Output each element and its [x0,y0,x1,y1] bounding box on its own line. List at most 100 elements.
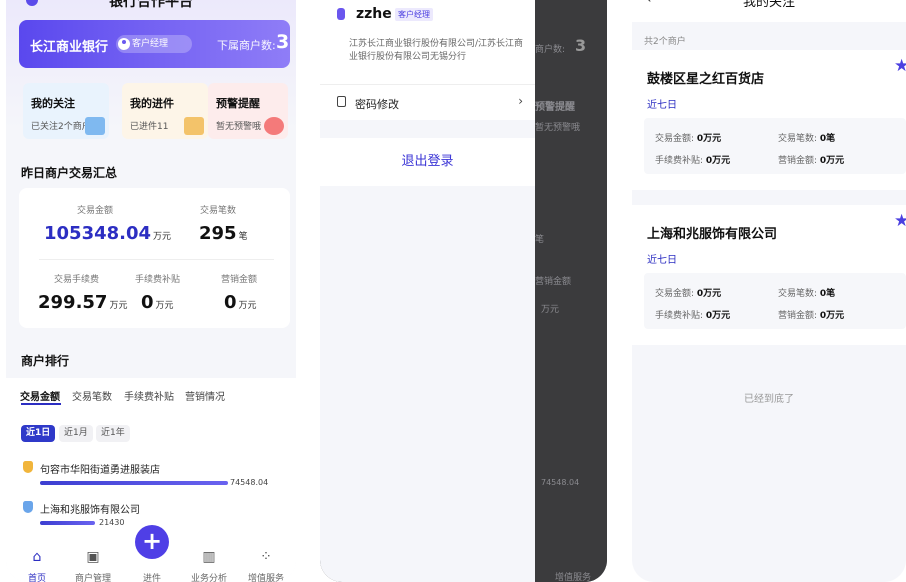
my-follow-sub: 已关注2个商户 [31,122,91,132]
star-icon[interactable]: ★ [894,56,906,76]
tab-application-label: 进件 [142,574,161,582]
role-label: 客户经理 [132,39,169,49]
add-application-button[interactable]: + [135,525,169,559]
count-value: 295 笔 [199,223,248,244]
chip-1-day[interactable]: 近1日 [21,425,56,442]
rank-2-bar [40,521,95,525]
ghost-warning-sub: 暂无预警哦 [535,123,581,133]
change-password-item[interactable]: 密码修改 › [320,84,535,120]
rank-1-value: 74548.04 [230,478,269,487]
tab-analysis[interactable]: ▥ 业务分析 [184,540,234,582]
ghost-count-label: 商户数: [535,45,566,55]
merchant-stats: 交易金额: 0万元 交易笔数: 0笔 手续费补贴: 0万元 营销金额: 0万元 [644,273,906,329]
ghost-warning-title: 预警提醒 [535,102,575,113]
alert-icon [264,117,284,135]
merchant-card[interactable]: 鼓楼区星之红百货店 ★ 近七日 交易金额: 0万元 交易笔数: 0笔 手续费补贴… [632,50,906,190]
merchant-card[interactable]: 上海和兆服饰有限公司 ★ 近七日 交易金额: 0万元 交易笔数: 0笔 手续费补… [632,205,906,345]
ghost-marketing: 营销金额 [535,277,572,287]
my-application-sub: 已进件11 [130,122,169,132]
nav-bar: ‹ 我的关注 [632,0,906,22]
document-icon [184,117,204,135]
chip-1-month[interactable]: 近1月 [59,425,93,442]
count-label: 交易笔数 [200,206,237,216]
stat-subsidy: 手续费补贴: 0万元 [655,156,731,166]
change-password-label: 密码修改 [355,98,399,111]
ghost-tab: 增值服务 [555,573,592,582]
ghost-value: 74548.04 [541,478,580,487]
tab-value-added[interactable]: ⁘ 增值服务 [241,540,291,582]
tab-count[interactable]: 交易笔数 [72,388,112,403]
user-name: zzhe [356,6,392,22]
grid-icon: ⁘ [260,549,272,565]
chip-1-year[interactable]: 近1年 [96,425,130,442]
dimmed-background[interactable]: 商户数: 3 预警提醒 暂无预警哦 笔 营销金额 万元 74548.04 增值服… [535,0,607,582]
merchant-name: 上海和兆服饰有限公司 [647,227,778,242]
fee-label: 交易手续费 [54,275,100,285]
summary-card: 交易金额 105348.04 万元 交易笔数 295 笔 交易手续费 299.57 万… [19,188,290,328]
lock-icon [337,96,346,107]
rank-2-value: 21430 [99,518,125,527]
role-badge: 客户经理 [116,35,192,53]
profile-drawer: zzhe 客户经理 江苏长江商业银行股份有限公司/江苏长江商业银行股份有限公司无… [320,0,535,582]
stat-count: 交易笔数: 0笔 [778,134,836,144]
silver-medal-icon [23,501,33,513]
marketing-value: 0 万元 [224,292,257,313]
rank-1-name[interactable]: 句容市华阳街道勇进服装店 [40,461,160,476]
bank-card[interactable]: 长江商业银行 客户经理 下属商户数: 3 [19,20,290,68]
warning-sub: 暂无预警哦 [216,122,262,132]
period-label: 近七日 [647,100,677,111]
sub-merchants-label: 下属商户数: [217,39,276,52]
merchant-stats: 交易金额: 0万元 交易笔数: 0笔 手续费补贴: 0万元 营销金额: 0万元 [644,118,906,174]
sub-merchants-count: 3 [276,31,290,53]
gold-medal-icon [23,461,33,473]
bank-name: 长江商业银行 [30,40,109,55]
tab-analysis-label: 业务分析 [190,574,227,582]
my-application-title: 我的进件 [130,97,174,110]
role-badge: 客户经理 [395,8,433,21]
merchant-count: 共2个商户 [644,37,686,47]
period-label: 近七日 [647,255,677,266]
marketing-label: 营销金额 [221,275,258,285]
page-title: 我的关注 [742,0,795,10]
merchant-name: 鼓楼区星之红百货店 [647,72,765,87]
my-follow-screen: ‹ 我的关注 共2个商户 鼓楼区星之红百货店 ★ 近七日 交易金额: 0万元 交… [632,0,906,582]
ghost-unit-a: 笔 [535,235,545,245]
end-of-list-text: 已经到底了 [744,394,794,405]
summary-title: 昨日商户交易汇总 [21,166,118,180]
ghost-count: 3 [575,36,587,55]
stat-subsidy: 手续费补贴: 0万元 [655,311,731,321]
my-follow-card[interactable]: 我的关注 已关注2个商户 [23,83,109,139]
stat-marketing: 营销金额: 0万元 [778,311,845,321]
user-avatar-icon [337,8,345,20]
page-title: 银行合作平台 [109,0,193,10]
tab-home[interactable]: ⌂ 首页 [12,540,62,582]
store-icon: ▣ [86,549,100,565]
chart-icon: ▥ [202,549,216,565]
tab-value-added-label: 增值服务 [247,574,284,582]
tab-merchant-label: 商户管理 [74,574,111,582]
tab-home-label: 首页 [27,574,46,582]
logout-button[interactable]: 退出登录 [320,138,535,186]
bank-affiliation: 江苏长江商业银行股份有限公司/江苏长江商业银行股份有限公司无锡分行 [349,39,524,62]
home-icon: ⌂ [32,549,42,565]
profile-drawer-screen: 商户数: 3 预警提醒 暂无预警哦 笔 营销金额 万元 74548.04 增值服… [320,0,607,582]
tab-merchant[interactable]: ▣ 商户管理 [68,540,118,582]
subsidy-label: 手续费补贴 [135,275,181,285]
subsidy-value: 0 万元 [141,292,174,313]
warning-card[interactable]: 预警提醒 暂无预警哦 [208,83,288,139]
warning-title: 预警提醒 [216,97,260,110]
stat-amount: 交易金额: 0万元 [655,134,722,144]
divider [39,259,274,260]
ghost-unit-b: 万元 [541,305,560,315]
amount-value: 105348.04 万元 [44,223,172,244]
my-application-card[interactable]: 我的进件 已进件11 [122,83,208,139]
star-icon[interactable]: ★ [894,211,906,231]
tab-amount[interactable]: 交易金额 [20,388,60,403]
ranking-title: 商户排行 [21,354,70,368]
rank-2-name[interactable]: 上海和兆服饰有限公司 [40,501,140,516]
chevron-right-icon: › [518,94,523,108]
tab-subsidy[interactable]: 手续费补贴 [124,388,174,403]
home-screen: 银行合作平台 长江商业银行 客户经理 下属商户数: 3 我的关注 已关注2个商户… [6,0,296,582]
person-icon [118,38,130,50]
tab-marketing[interactable]: 营销情况 [185,388,225,403]
